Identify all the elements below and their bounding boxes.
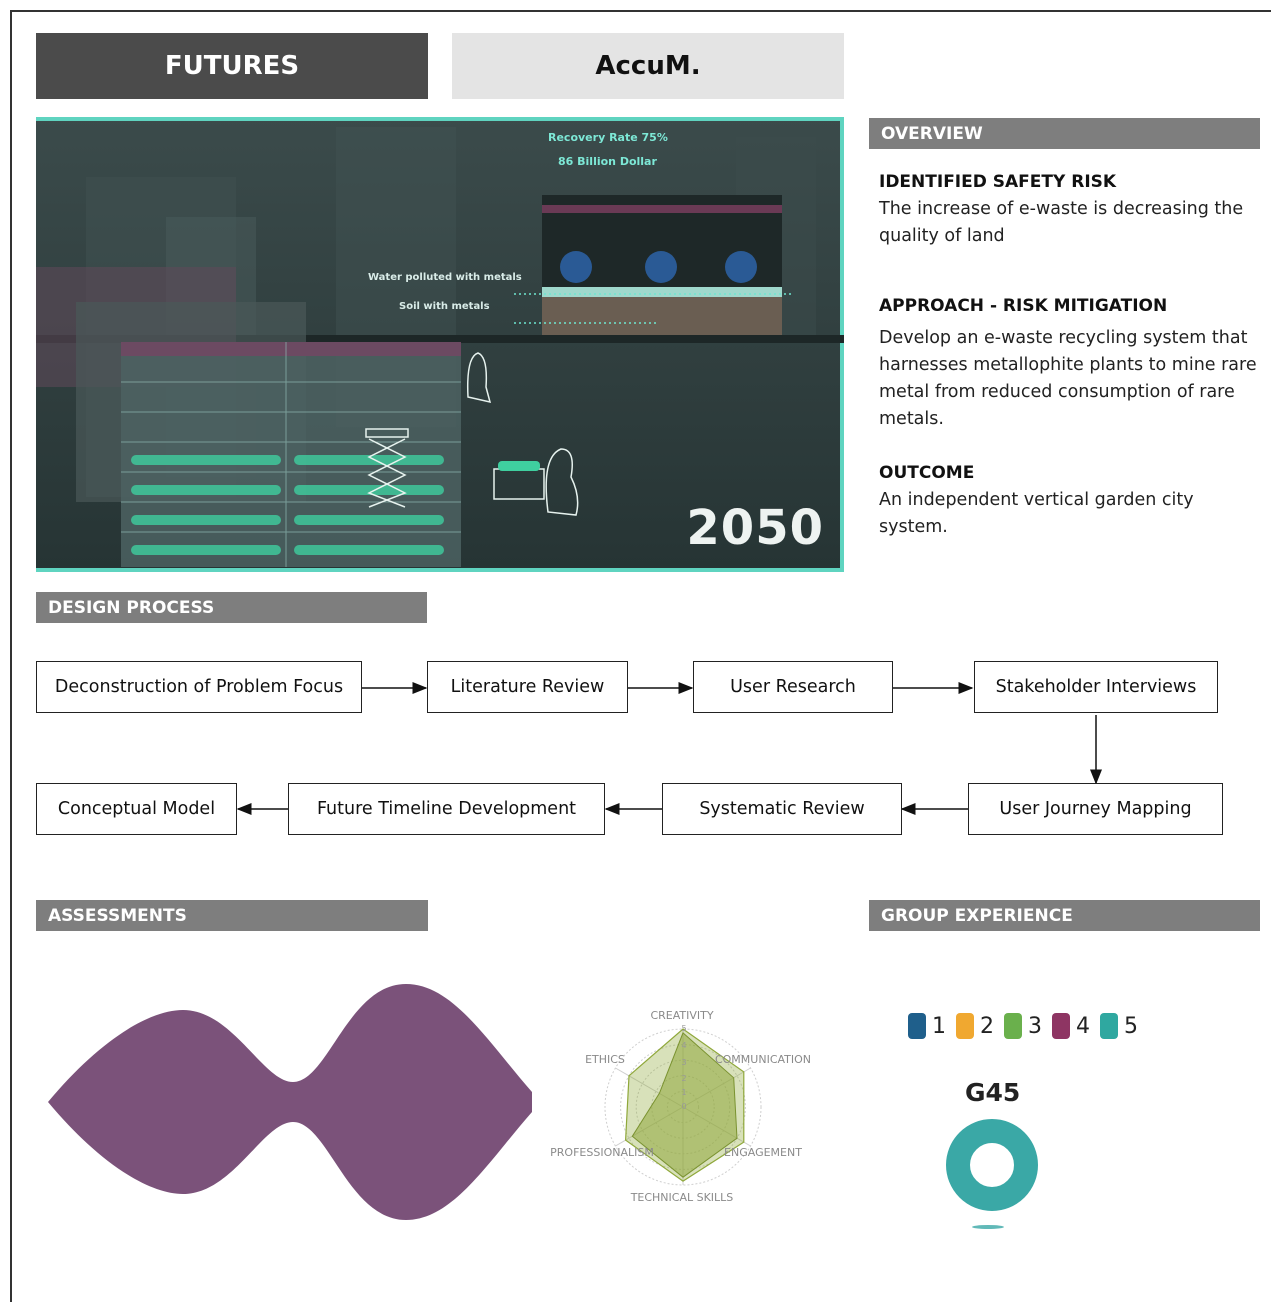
assessments-header: ASSESSMENTS — [36, 900, 428, 931]
legend-label-1: 1 — [932, 1013, 946, 1039]
radar-tick-3: 3 — [681, 1058, 686, 1067]
legend-label-2: 2 — [980, 1013, 994, 1039]
overview-header: OVERVIEW — [869, 118, 1260, 149]
legend-item-1: 1 — [908, 1013, 946, 1039]
process-step-user-journey-mapping: User Journey Mapping — [968, 783, 1223, 835]
radar-label-engagement: ENGAGEMENT — [724, 1146, 802, 1159]
legend-label-4: 4 — [1076, 1013, 1090, 1039]
approach-heading: APPROACH - RISK MITIGATION — [879, 296, 1168, 316]
process-step-conceptual-model: Conceptual Model — [36, 783, 237, 835]
legend-swatch-4 — [1052, 1013, 1070, 1039]
process-step-deconstruction: Deconstruction of Problem Focus — [36, 661, 362, 713]
value-text: 86 Billion Dollar — [558, 155, 657, 168]
radar-label-ethics: ETHICS — [585, 1053, 625, 1066]
process-step-systematic-review: Systematic Review — [662, 783, 902, 835]
legend-item-2: 2 — [956, 1013, 994, 1039]
year-label: 2050 — [686, 500, 824, 556]
legend-label-3: 3 — [1028, 1013, 1042, 1039]
radar-tick-0: 0 — [681, 1102, 686, 1111]
outcome-text: An independent vertical garden city syst… — [879, 490, 1194, 537]
soil-label: Soil with metals — [399, 301, 490, 312]
risk-text: The increase of e-waste is decreasing th… — [879, 199, 1244, 246]
group-experience-header: GROUP EXPERIENCE — [869, 900, 1260, 931]
radar-label-professionalism: PROFESSIONALISM — [550, 1146, 654, 1159]
experience-legend: 1 2 3 4 5 — [908, 1013, 1148, 1039]
legend-item-5: 5 — [1100, 1013, 1138, 1039]
process-step-literature-review: Literature Review — [427, 661, 628, 713]
legend-item-4: 4 — [1052, 1013, 1090, 1039]
group-label: G45 — [965, 1078, 1021, 1107]
radar-tick-5: 5 — [681, 1024, 686, 1033]
hero-illustration: Recovery Rate 75% 86 Billion Dollar Wate… — [36, 117, 844, 572]
assessment-wave-shape — [48, 984, 532, 1220]
recovery-rate-text: Recovery Rate 75% — [548, 131, 668, 144]
radar-tick-1: 1 — [681, 1088, 686, 1097]
tab-futures[interactable]: FUTURES — [36, 33, 428, 99]
radar-label-communication: COMMUNICATION — [715, 1053, 811, 1066]
assessment-radar-chart: CREATIVITY COMMUNICATION ENGAGEMENT TECH… — [550, 1009, 811, 1204]
legend-swatch-2 — [956, 1013, 974, 1039]
water-label: Water polluted with metals — [368, 272, 522, 283]
design-process-header: DESIGN PROCESS — [36, 592, 427, 623]
legend-swatch-3 — [1004, 1013, 1022, 1039]
radar-label-creativity: CREATIVITY — [650, 1009, 713, 1022]
legend-swatch-5 — [1100, 1013, 1118, 1039]
group-ring-chart — [946, 1119, 1038, 1229]
process-step-user-research: User Research — [693, 661, 893, 713]
legend-item-3: 3 — [1004, 1013, 1042, 1039]
legend-label-5: 5 — [1124, 1013, 1138, 1039]
legend-swatch-1 — [908, 1013, 926, 1039]
risk-heading: IDENTIFIED SAFETY RISK — [879, 172, 1117, 192]
approach-text: Develop an e-waste recycling system that… — [879, 328, 1257, 429]
process-step-future-timeline: Future Timeline Development — [288, 783, 605, 835]
radar-label-technical-skills: TECHNICAL SKILLS — [630, 1191, 734, 1204]
outcome-heading: OUTCOME — [879, 463, 975, 483]
radar-tick-2: 2 — [681, 1074, 686, 1083]
radar-tick-4: 4 — [681, 1041, 686, 1050]
process-step-stakeholder-interviews: Stakeholder Interviews — [974, 661, 1218, 713]
tab-accum[interactable]: AccuM. — [452, 33, 844, 99]
